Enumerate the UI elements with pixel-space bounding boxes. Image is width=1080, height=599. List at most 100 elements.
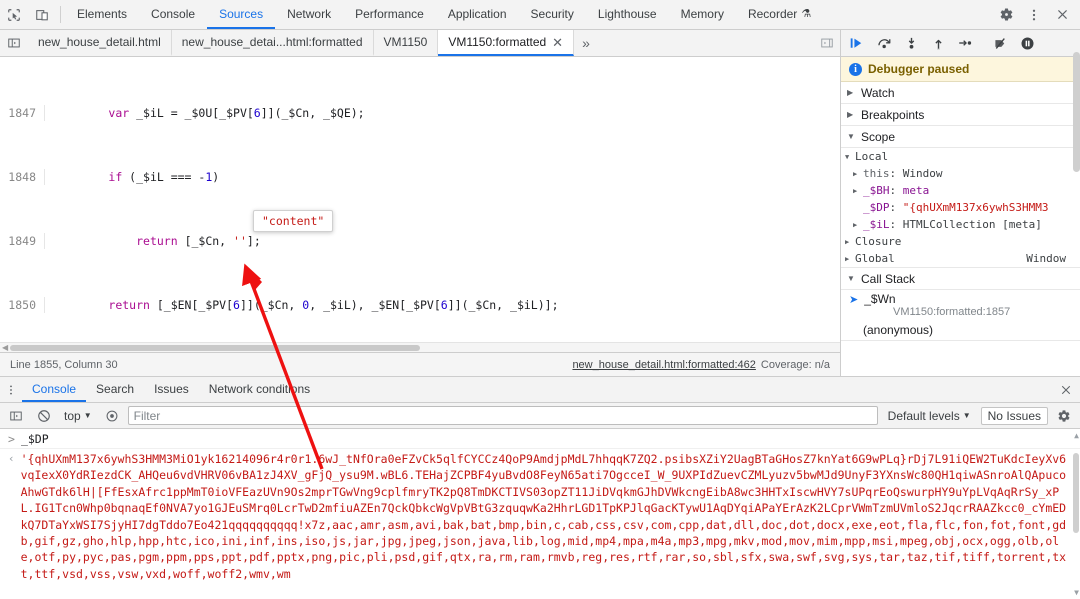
- gear-icon[interactable]: [992, 7, 1020, 22]
- drawer-tab-label: Network conditions: [208, 381, 311, 396]
- pause-on-exceptions-icon[interactable]: [1015, 36, 1039, 51]
- scope-global-value: Window: [1026, 252, 1066, 265]
- drawer-menu-icon[interactable]: [0, 377, 22, 402]
- live-expression-icon[interactable]: [100, 405, 124, 427]
- sidebar-section-breakpoints[interactable]: ▶ Breakpoints: [841, 104, 1080, 126]
- source-mapping-link[interactable]: new_house_detail.html:formatted:462: [572, 359, 755, 371]
- editor-horizontal-scrollbar[interactable]: ◀: [0, 342, 840, 352]
- issues-button[interactable]: No Issues: [980, 406, 1048, 425]
- step-icon[interactable]: [953, 36, 977, 50]
- tab-sources[interactable]: Sources: [207, 0, 276, 29]
- file-tab-vm1150[interactable]: VM1150: [373, 30, 439, 56]
- show-navigator-icon[interactable]: [0, 30, 28, 56]
- line-content: var _$iL = _$0U[_$PV[6]](_$Cn, _$QE);: [108, 106, 365, 120]
- scrollbar-thumb[interactable]: [1073, 453, 1079, 533]
- variable-value-popover: "content": [253, 210, 334, 232]
- editor-status-right: new_house_detail.html:formatted:462 Cove…: [572, 359, 830, 371]
- tab-network[interactable]: Network: [275, 0, 343, 29]
- tab-memory[interactable]: Memory: [669, 0, 736, 29]
- experiment-flask-icon: ⚗: [801, 8, 812, 20]
- close-icon[interactable]: [1052, 377, 1080, 402]
- scope-entry-il[interactable]: ▶ _$iL: HTMLCollection [meta]: [841, 216, 1080, 233]
- inspect-element-icon[interactable]: [0, 0, 28, 29]
- console-sidebar-icon[interactable]: [4, 405, 28, 427]
- file-tab-new-house-detail-formatted[interactable]: new_house_detai...html:formatted: [171, 30, 374, 56]
- code-editor[interactable]: 1847 var _$iL = _$0U[_$PV[6]](_$Cn, _$QE…: [0, 57, 840, 352]
- scope-local-root[interactable]: ▼ Local: [841, 148, 1080, 165]
- drawer-tab-search[interactable]: Search: [86, 377, 144, 402]
- sidebar-section-call-stack[interactable]: ▼ Call Stack: [841, 268, 1080, 290]
- main-tabbar: Elements Console Sources Network Perform…: [0, 0, 1080, 30]
- file-tab-label: new_house_detai...html:formatted: [181, 35, 363, 49]
- deactivate-breakpoints-icon[interactable]: [988, 36, 1012, 51]
- debugger-sidebar: i Debugger paused ▶ Watch ▶ Breakpoints …: [841, 30, 1080, 376]
- tab-elements[interactable]: Elements: [65, 0, 139, 29]
- line-content: return [_$EN[_$PV[6]](_$Cn, 0, _$iL), _$…: [108, 298, 559, 312]
- console-scrollbar[interactable]: ▲ ▼: [1072, 429, 1080, 599]
- log-levels-select[interactable]: Default levels ▼: [882, 409, 977, 423]
- info-icon: i: [849, 62, 862, 76]
- code-line: 1847 var _$iL = _$0U[_$PV[6]](_$Cn, _$QE…: [0, 105, 840, 121]
- property-name: this: [863, 167, 890, 180]
- tab-performance[interactable]: Performance: [343, 0, 436, 29]
- tab-console[interactable]: Console: [139, 0, 207, 29]
- scroll-up-arrow-icon[interactable]: ▲: [1074, 431, 1079, 440]
- scope-label: Closure: [855, 235, 902, 248]
- chevron-right-icon: ▶: [847, 110, 854, 119]
- code-line: 1848 if (_$iL === -1): [0, 169, 840, 185]
- scope-entry-this[interactable]: ▶ this: Window: [841, 165, 1080, 182]
- scroll-left-arrow-icon[interactable]: ◀: [2, 343, 8, 352]
- kebab-menu-icon[interactable]: [1020, 8, 1048, 22]
- scope-entry-bh[interactable]: ▶ _$BH: meta: [841, 182, 1080, 199]
- sidebar-section-scope[interactable]: ▼ Scope: [841, 126, 1080, 148]
- drawer-tab-network-conditions[interactable]: Network conditions: [199, 377, 320, 402]
- scope-closure-root[interactable]: ▶ Closure: [841, 233, 1080, 250]
- section-label: Call Stack: [861, 271, 916, 286]
- toolbar-divider: [60, 6, 61, 23]
- panel-tabs: Elements Console Sources Network Perform…: [65, 0, 983, 29]
- result-chevron-icon: ‹: [8, 452, 15, 465]
- drawer-tab-console[interactable]: Console: [22, 377, 87, 402]
- scroll-down-arrow-icon[interactable]: ▼: [1074, 588, 1079, 597]
- step-over-icon[interactable]: [872, 36, 896, 51]
- show-debug-sidebar-icon[interactable]: [814, 30, 840, 56]
- debug-toolbar: [841, 30, 1080, 57]
- scrollbar-thumb[interactable]: [10, 345, 420, 351]
- step-into-icon[interactable]: [899, 36, 923, 51]
- drawer-tab-issues[interactable]: Issues: [144, 377, 199, 402]
- code-line: 1850 return [_$EN[_$PV[6]](_$Cn, 0, _$iL…: [0, 297, 840, 313]
- call-stack-frame-active[interactable]: ➤ _$Wn VM1150:formatted:1857: [841, 290, 1080, 320]
- device-toolbar-icon[interactable]: [28, 0, 56, 29]
- tab-lighthouse[interactable]: Lighthouse: [586, 0, 669, 29]
- step-out-icon[interactable]: [926, 36, 950, 51]
- chevron-right-icon: ▶: [845, 237, 850, 246]
- sidebar-scrollbar[interactable]: [1073, 52, 1080, 316]
- more-tabs-icon[interactable]: »: [574, 30, 598, 56]
- issues-label: No Issues: [987, 408, 1041, 423]
- close-icon[interactable]: ✕: [552, 36, 563, 49]
- resume-script-icon[interactable]: [845, 36, 869, 51]
- frame-location: VM1150:formatted:1857: [893, 306, 1011, 318]
- file-tabbar-spacer: [598, 30, 814, 56]
- call-stack-frame-anonymous[interactable]: (anonymous): [841, 320, 1080, 341]
- property-name: _$BH: [863, 184, 890, 197]
- tab-recorder[interactable]: Recorder ⚗: [736, 0, 823, 29]
- sidebar-section-watch[interactable]: ▶ Watch: [841, 82, 1080, 104]
- execution-context-select[interactable]: top ▼: [60, 409, 96, 423]
- console-output[interactable]: > _$DP ‹ '{qhUXmM137x6ywhS3HMM3MiO1yk162…: [0, 429, 1080, 599]
- file-tab-label: VM1150: [383, 35, 428, 49]
- close-icon[interactable]: [1048, 8, 1076, 21]
- file-tab-vm1150-formatted[interactable]: VM1150:formatted ✕: [438, 30, 575, 56]
- gear-icon[interactable]: [1052, 405, 1076, 427]
- scrollbar-thumb[interactable]: [1073, 52, 1080, 172]
- clear-console-icon[interactable]: [32, 405, 56, 427]
- tab-application[interactable]: Application: [436, 0, 519, 29]
- tab-security[interactable]: Security: [519, 0, 586, 29]
- scope-entry-dp[interactable]: _$DP: "{qhUXmM137x6ywhS3HMM3: [841, 199, 1080, 216]
- file-tab-new-house-detail[interactable]: new_house_detail.html: [28, 30, 172, 56]
- scope-global-root[interactable]: ▶ Global Window: [841, 250, 1080, 267]
- console-filter-input[interactable]: [127, 406, 878, 425]
- drawer-tabbar: Console Search Issues Network conditions: [0, 377, 1080, 403]
- chevron-right-icon: ▶: [853, 220, 858, 229]
- drawer-tab-label: Search: [96, 381, 135, 396]
